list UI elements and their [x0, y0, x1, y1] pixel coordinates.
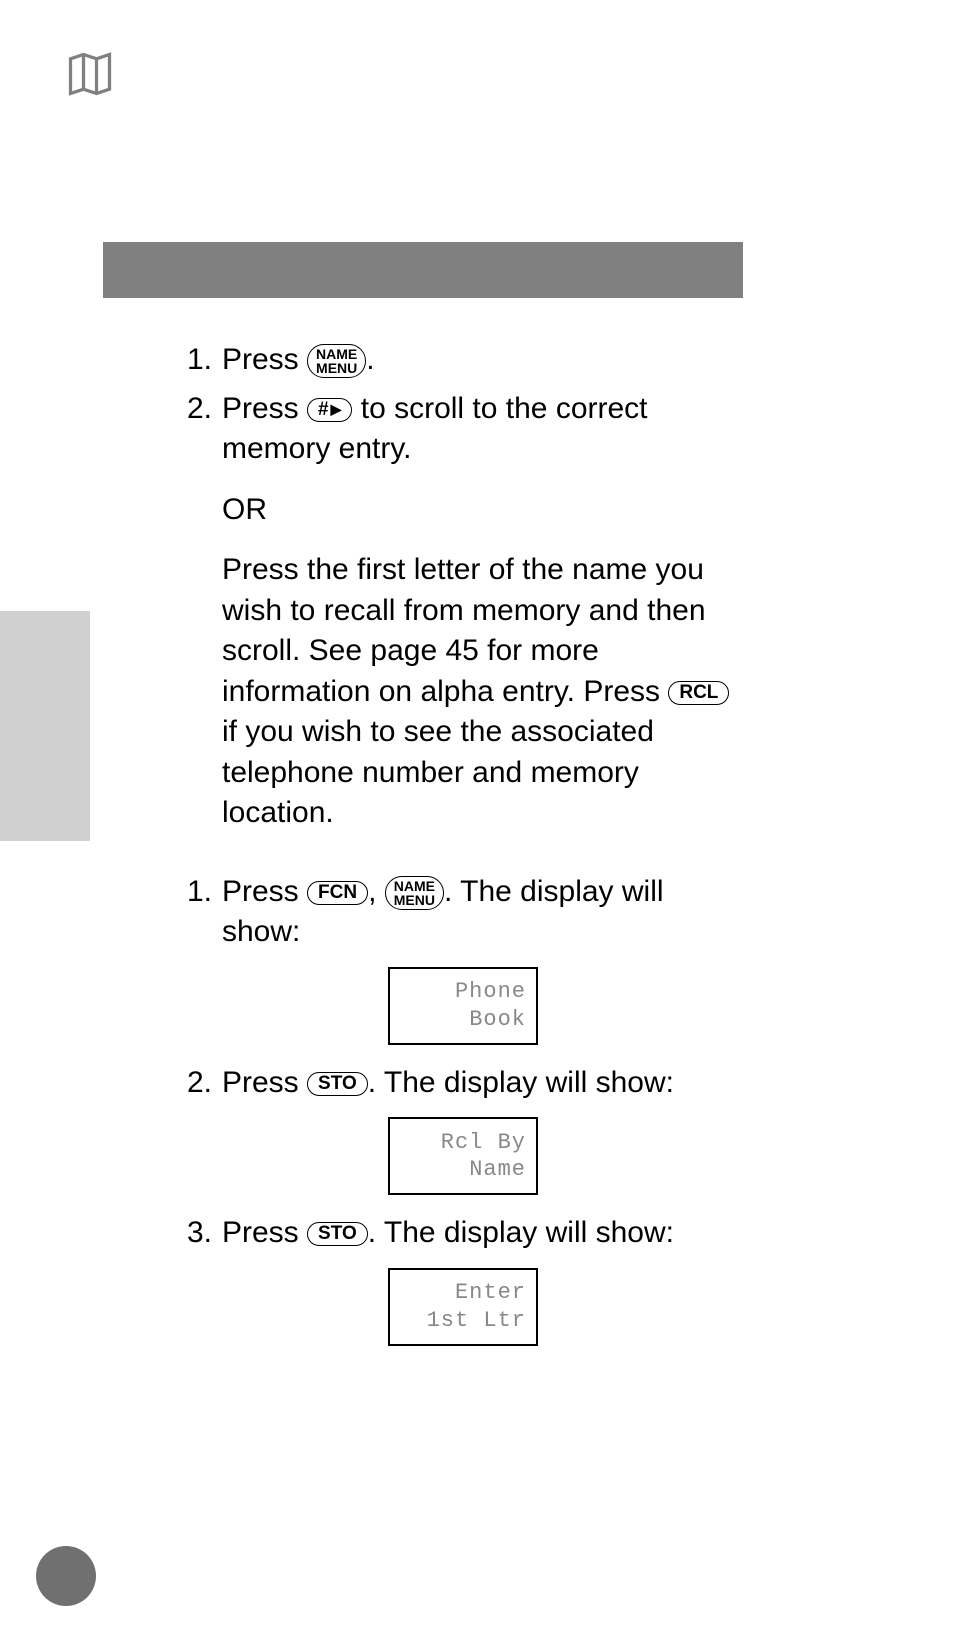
step-text: Press [222, 1066, 307, 1099]
header-bar [103, 242, 743, 298]
display-line1: Enter [396, 1279, 526, 1307]
step-text: Press [222, 1216, 307, 1249]
key-label: STO [318, 1074, 357, 1093]
key-label-bottom: MENU [316, 361, 357, 375]
step-mid: , [368, 875, 385, 908]
step-body: Press NAME MENU . [222, 340, 748, 381]
step-2b: 2. Press STO . The display will show: [178, 1063, 748, 1104]
step-body: Press STO . The display will show: [222, 1063, 748, 1104]
sto-key: STO [307, 1222, 368, 1246]
step-2: 2. Press #▶ to scroll to the correct mem… [178, 389, 748, 470]
step-1b: 1. Press FCN , NAME MENU . The display w… [178, 872, 748, 953]
step-body: Press #▶ to scroll to the correct memory… [222, 389, 748, 470]
rcl-key: RCL [668, 681, 729, 705]
key-label-top: NAME [394, 879, 435, 893]
or-separator: OR [222, 490, 748, 531]
map-icon [64, 48, 116, 100]
display-enter-1st-ltr: Enter 1st Ltr [388, 1268, 538, 1346]
display-line1: Rcl By [396, 1129, 526, 1157]
name-menu-key: NAME MENU [307, 344, 366, 378]
arrow-right-icon: ▶ [331, 402, 342, 416]
step-1: 1. Press NAME MENU . [178, 340, 748, 381]
step-text: Press [222, 875, 307, 908]
step-number: 2. [178, 1063, 222, 1104]
display-line2: Book [396, 1006, 526, 1034]
step-text: Press [222, 343, 307, 376]
hash-scroll-key: #▶ [307, 398, 352, 422]
page-number-circle [36, 1546, 96, 1606]
sto-key: STO [307, 1072, 368, 1096]
display-phone-book: Phone Book [388, 967, 538, 1045]
key-label: STO [318, 1224, 357, 1243]
key-label: FCN [318, 883, 357, 902]
step-number: 3. [178, 1213, 222, 1254]
key-label-bottom: MENU [394, 893, 435, 907]
name-menu-key: NAME MENU [385, 876, 444, 910]
display-line1: Phone [396, 978, 526, 1006]
key-label: # [318, 400, 329, 419]
step-number: 2. [178, 389, 222, 470]
display-line2: 1st Ltr [396, 1307, 526, 1335]
step-3b: 3. Press STO . The display will show: [178, 1213, 748, 1254]
step-text-after: . [366, 343, 374, 376]
step-text-after: . The display will show: [368, 1216, 674, 1249]
step-text: Press [222, 392, 307, 425]
key-label: RCL [679, 683, 718, 702]
side-tab [0, 611, 90, 841]
display-line2: Name [396, 1156, 526, 1184]
step-number: 1. [178, 872, 222, 953]
key-label-top: NAME [316, 347, 357, 361]
step-number: 1. [178, 340, 222, 381]
step-text-after: . The display will show: [368, 1066, 674, 1099]
paragraph-part1: Press the first letter of the name you w… [222, 553, 706, 708]
fcn-key: FCN [307, 881, 368, 905]
paragraph-part2: if you wish to see the associated teleph… [222, 715, 654, 829]
paragraph: Press the first letter of the name you w… [222, 550, 748, 834]
step-body: Press FCN , NAME MENU . The display will… [222, 872, 748, 953]
main-content: 1. Press NAME MENU . 2. Press #▶ to scro… [178, 340, 748, 1364]
display-rcl-by-name: Rcl By Name [388, 1117, 538, 1195]
step-body: Press STO . The display will show: [222, 1213, 748, 1254]
